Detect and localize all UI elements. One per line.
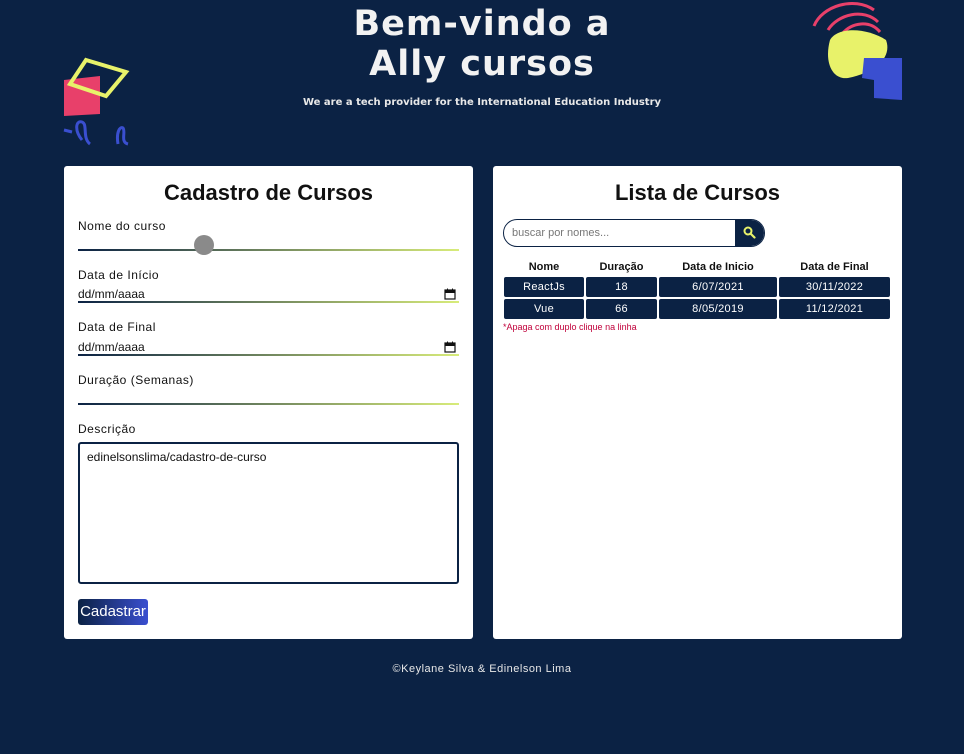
header: Bem-vindo a Ally cursos We are a tech pr… [0, 0, 964, 150]
column-header-name: Nome [528, 261, 560, 273]
end-date-label: Data de Final [78, 320, 156, 334]
delete-hint: *Apaga com duplo clique na linha [503, 322, 637, 332]
course-name-label: Nome do curso [78, 219, 166, 233]
tagline: We are a tech provider for the Internati… [302, 97, 662, 108]
course-name-focus-indicator [194, 235, 214, 255]
end-date-input[interactable]: dd/mm/aaaa [78, 340, 145, 354]
course-name-input[interactable] [78, 249, 459, 251]
cell-duration: 66 [586, 299, 657, 319]
calendar-icon[interactable] [444, 341, 456, 353]
search-button[interactable] [735, 220, 764, 246]
cell-duration: 18 [586, 277, 657, 297]
column-header-end-date: Data de Final [800, 261, 869, 273]
cell-end-date: 30/11/2022 [779, 277, 890, 297]
course-list-panel: Lista de Cursos buscar por nomes... Nome… [493, 166, 902, 639]
search-input[interactable]: buscar por nomes... [512, 220, 609, 246]
calendar-icon[interactable] [444, 288, 456, 300]
start-date-underline [78, 301, 459, 303]
cell-name: Vue [504, 299, 584, 319]
cell-name: ReactJs [504, 277, 584, 297]
form-title: Cadastro de Cursos [163, 180, 374, 205]
duration-input[interactable] [78, 403, 459, 405]
list-title: Lista de Cursos [614, 180, 781, 205]
search-bar: buscar por nomes... [503, 219, 765, 247]
duration-label: Duração (Semanas) [78, 373, 194, 387]
description-label: Descrição [78, 422, 136, 436]
search-icon [743, 226, 756, 239]
column-header-start-date: Data de Inicio [682, 261, 754, 273]
hero-title-line2: Ally cursos [369, 44, 595, 84]
footer-credits: ©Keylane Silva & Edinelson Lima [392, 663, 572, 675]
column-header-duration: Duração [599, 261, 644, 273]
course-form-panel: Cadastro de Cursos Nome do curso Data de… [64, 166, 473, 639]
hero-title-line1: Bem-vindo a [353, 4, 611, 44]
cell-start-date: 6/07/2021 [659, 277, 777, 297]
cell-end-date: 11/12/2021 [779, 299, 890, 319]
start-date-label: Data de Início [78, 268, 160, 282]
description-textarea[interactable]: edinelsonslima/cadastro-de-curso [78, 442, 459, 584]
submit-button[interactable]: Cadastrar [78, 599, 148, 625]
start-date-input[interactable]: dd/mm/aaaa [78, 287, 145, 301]
end-date-underline [78, 354, 459, 356]
cell-start-date: 8/05/2019 [659, 299, 777, 319]
